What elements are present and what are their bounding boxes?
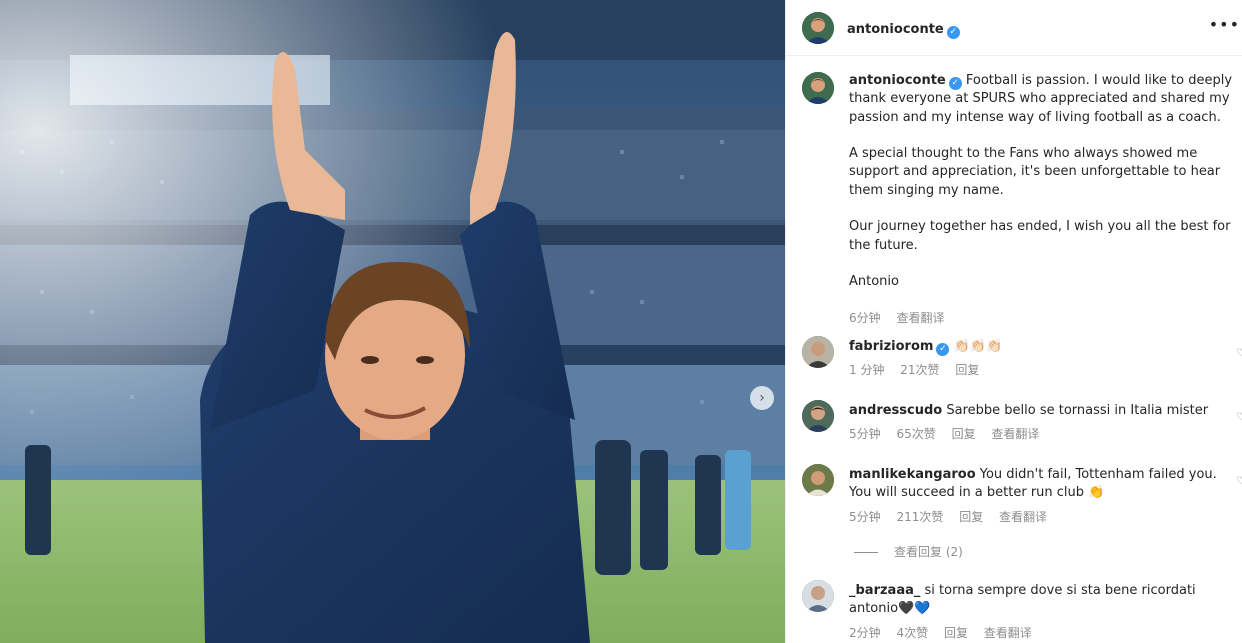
verified-badge-icon: ✓ (948, 77, 962, 90)
caption-text: antonioconte ✓ Football is passion. I wou… (849, 72, 1234, 326)
comments-list: antonioconte ✓ Football is passion. I wou… (786, 56, 1242, 643)
verified-badge-icon: ✓ (946, 26, 960, 39)
divider (854, 552, 878, 553)
more-options-icon[interactable]: ••• (1209, 15, 1240, 34)
avatar[interactable] (802, 464, 834, 496)
avatar[interactable] (802, 336, 834, 368)
comment-meta: 5分钟 65次赞 回复 查看翻译 (849, 426, 1234, 442)
reply-button[interactable]: 回复 (955, 363, 979, 377)
likes-count[interactable]: 21次赞 (900, 363, 939, 377)
timestamp[interactable]: 6分钟 (849, 311, 881, 325)
comment-meta: 2分钟 4次赞 回复 查看翻译 (849, 625, 1234, 641)
reply-button[interactable]: 回复 (952, 427, 976, 441)
see-translation-button[interactable]: 查看翻译 (896, 311, 944, 325)
likes-count[interactable]: 211次赞 (896, 510, 943, 524)
header-username[interactable]: antonioconte (847, 22, 944, 37)
heart-icon[interactable]: ♡ (1236, 410, 1242, 423)
avatar[interactable] (802, 72, 834, 104)
reply-button[interactable]: 回复 (959, 510, 983, 524)
post-photo[interactable]: › (0, 0, 785, 643)
see-translation-button[interactable]: 查看翻译 (984, 626, 1032, 640)
reply-button[interactable]: 回复 (944, 626, 968, 640)
avatar[interactable] (802, 580, 834, 612)
next-photo-button[interactable]: › (750, 386, 774, 410)
timestamp[interactable]: 5分钟 (849, 427, 881, 441)
see-translation-button[interactable]: 查看翻译 (999, 510, 1047, 524)
likes-count[interactable]: 65次赞 (896, 427, 935, 441)
caption-meta: 6分钟 查看翻译 (849, 310, 1234, 326)
post-image (0, 0, 785, 643)
comment-username[interactable]: manlikekangaroo (849, 467, 976, 482)
post-sidebar: antonioconte ✓ ••• antonioconte ✓ Football… (785, 0, 1242, 643)
comment-text: 👏🏻👏🏻👏🏻 (953, 339, 1003, 354)
comment-body: manlikekangaroo You didn't fail, Tottenh… (849, 466, 1234, 525)
timestamp[interactable]: 5分钟 (849, 510, 881, 524)
comment-body: andresscudo Sarebbe bello se tornassi in… (849, 402, 1234, 442)
caption-paragraph: Our journey together has ended, I wish y… (849, 219, 1231, 253)
view-replies-button[interactable]: 查看回复 (2) (854, 543, 963, 560)
likes-count[interactable]: 4次赞 (896, 626, 928, 640)
verified-badge-icon: ✓ (936, 343, 950, 356)
comment-text: Sarebbe bello se tornassi in Italia mist… (946, 403, 1209, 418)
heart-icon[interactable]: ♡ (1236, 346, 1242, 359)
comment-username[interactable]: andresscudo (849, 403, 942, 418)
see-translation-button[interactable]: 查看翻译 (991, 427, 1039, 441)
comment-username[interactable]: fabriziorom (849, 339, 933, 354)
post-header: antonioconte ✓ ••• (786, 0, 1242, 56)
caption-paragraph: A special thought to the Fans who always… (849, 146, 1221, 198)
comment-body: fabriziorom ✓ 👏🏻👏🏻👏🏻 1 分钟 21次赞 回复 (849, 338, 1234, 378)
caption-username[interactable]: antonioconte (849, 73, 946, 88)
heart-icon[interactable]: ♡ (1236, 474, 1242, 487)
avatar[interactable] (802, 12, 834, 44)
comment-body: _barzaaa_ si torna sempre dove si sta be… (849, 582, 1234, 641)
timestamp[interactable]: 1 分钟 (849, 363, 884, 377)
comment-username[interactable]: _barzaaa_ (849, 583, 920, 598)
avatar[interactable] (802, 400, 834, 432)
timestamp[interactable]: 2分钟 (849, 626, 881, 640)
view-replies-label: 查看回复 (2) (894, 545, 963, 559)
comment-meta: 5分钟 211次赞 回复 查看翻译 (849, 509, 1234, 525)
caption-paragraph: Antonio (849, 274, 899, 290)
chevron-right-icon: › (759, 390, 765, 406)
comment-meta: 1 分钟 21次赞 回复 (849, 362, 1234, 378)
